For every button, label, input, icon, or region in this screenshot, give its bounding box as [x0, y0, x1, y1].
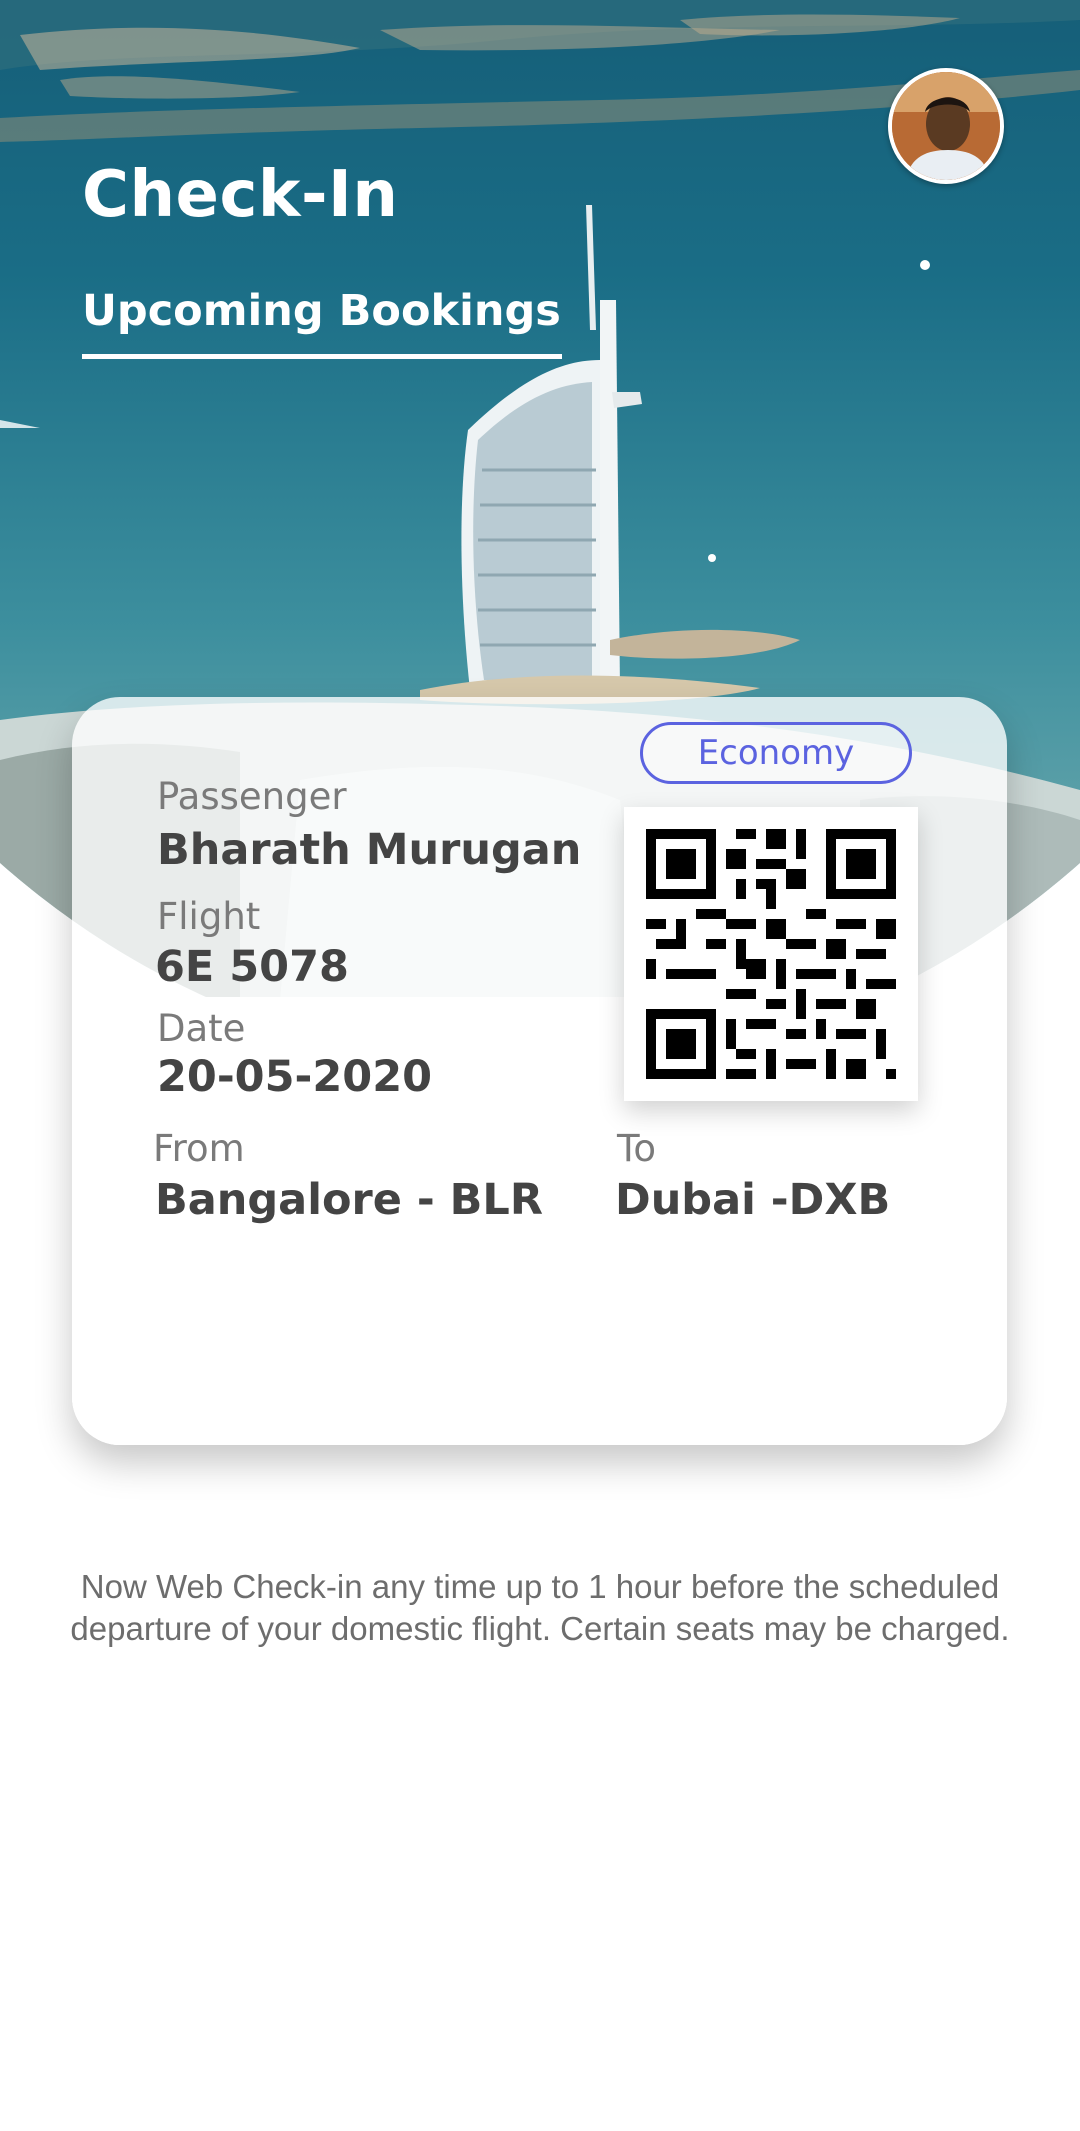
notice-line-1: Now Web Check-in any time up to 1 hour b… [80, 1568, 1000, 1605]
to-label: To [617, 1127, 656, 1170]
passenger-name: Bharath Murugan [157, 825, 582, 875]
check-in-screen: Check-In Upcoming Bookings Economy Passe… [0, 0, 1080, 2131]
passenger-label: Passenger [157, 775, 347, 818]
tab-upcoming-bookings[interactable]: Upcoming Bookings [82, 286, 562, 359]
booking-card[interactable]: Economy Passenger Bharath Murugan Flight… [72, 697, 1007, 1445]
page-title: Check-In [82, 158, 399, 232]
flight-label: Flight [157, 895, 261, 938]
from-value: Bangalore - BLR [155, 1175, 543, 1225]
web-checkin-notice: Now Web Check-in any time up to 1 hour b… [20, 1566, 1060, 1650]
from-label: From [153, 1127, 245, 1170]
profile-avatar[interactable] [888, 68, 1004, 184]
qr-code-icon [646, 829, 896, 1079]
to-value: Dubai -DXB [615, 1175, 891, 1225]
flight-number: 6E 5078 [155, 942, 349, 992]
boarding-qr-code[interactable] [624, 807, 918, 1101]
user-avatar-icon [892, 72, 1000, 180]
class-badge: Economy [640, 722, 912, 784]
date-value: 20-05-2020 [157, 1052, 433, 1102]
date-label: Date [157, 1007, 246, 1050]
notice-line-2: departure of your domestic flight. Certa… [70, 1610, 1010, 1647]
